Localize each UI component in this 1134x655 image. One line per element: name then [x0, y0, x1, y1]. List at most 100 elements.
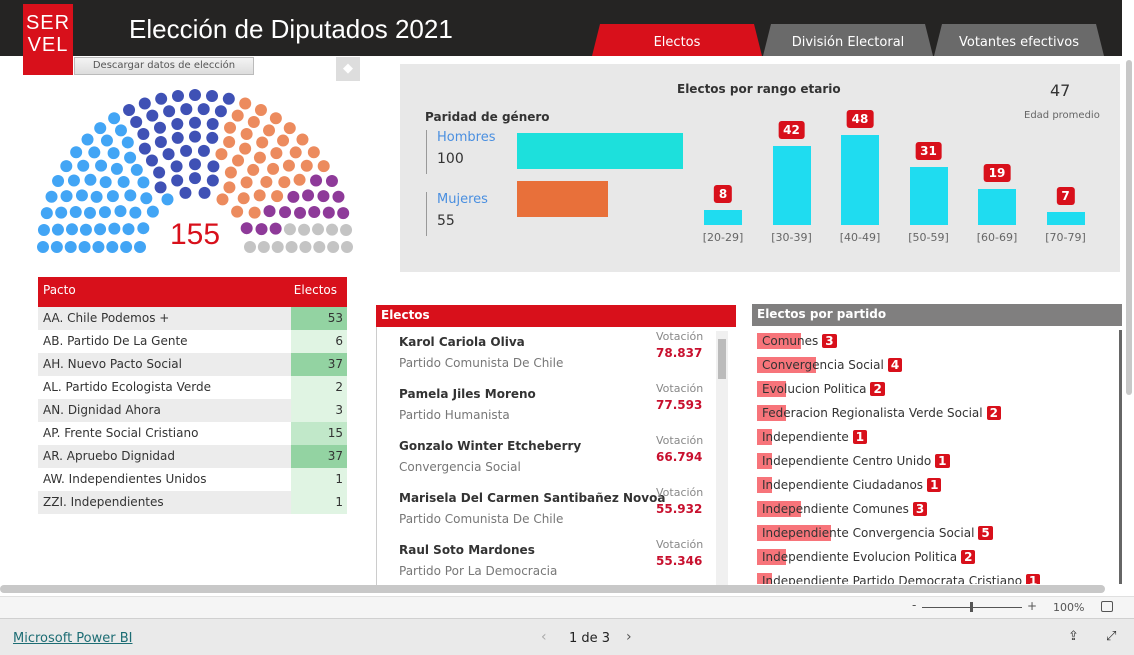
pacto-col-header[interactable]: Pacto — [43, 283, 76, 307]
seat-dot[interactable] — [300, 159, 313, 172]
seat-dot[interactable] — [130, 163, 143, 176]
seat-dot[interactable] — [325, 175, 338, 188]
zoom-in-button[interactable]: + — [1027, 599, 1037, 613]
seat-dot[interactable] — [240, 127, 253, 140]
seat-dot[interactable] — [216, 193, 229, 206]
page-horizontal-scrollbar[interactable] — [0, 585, 1105, 593]
seat-dot[interactable] — [285, 241, 298, 253]
seat-dot[interactable] — [137, 127, 150, 140]
seat-dot[interactable] — [121, 136, 134, 149]
seat-dot[interactable] — [240, 176, 253, 189]
partido-row[interactable]: Independiente Comunes 3 — [752, 497, 1122, 521]
partido-row[interactable]: Evolucion Politica 2 — [752, 377, 1122, 401]
seat-dot[interactable] — [340, 223, 353, 236]
seat-dot[interactable] — [270, 147, 283, 160]
seat-dot[interactable] — [214, 105, 227, 118]
seat-dot[interactable] — [161, 193, 174, 206]
seat-dot[interactable] — [99, 176, 112, 189]
seat-dot[interactable] — [312, 223, 325, 236]
seat-dot[interactable] — [64, 241, 77, 253]
seat-dot[interactable] — [75, 189, 88, 202]
seat-dot[interactable] — [260, 175, 273, 188]
seat-dot[interactable] — [289, 146, 302, 159]
pacto-row[interactable]: AN. Dignidad Ahora 3 — [38, 399, 347, 422]
seat-dot[interactable] — [215, 148, 228, 161]
partido-row[interactable]: Convergencia Social 4 — [752, 353, 1122, 377]
eraser-icon[interactable]: ◆ — [336, 57, 360, 81]
seat-dot[interactable] — [247, 116, 260, 129]
share-icon[interactable]: ⇪ — [1068, 629, 1079, 644]
seat-dot[interactable] — [40, 207, 53, 220]
pacto-row[interactable]: AW. Independientes Unidos 1 — [38, 468, 347, 491]
seat-dot[interactable] — [120, 241, 133, 253]
seat-dot[interactable] — [171, 174, 184, 187]
pacto-row[interactable]: AL. Partido Ecologista Verde 2 — [38, 376, 347, 399]
seat-dot[interactable] — [206, 131, 219, 144]
seat-dot[interactable] — [123, 104, 136, 117]
seat-dot[interactable] — [313, 241, 326, 253]
seat-dot[interactable] — [224, 121, 237, 134]
electo-row[interactable]: Raul Soto Mardones Partido Por La Democra… — [376, 535, 736, 587]
seat-dot[interactable] — [180, 144, 193, 157]
seat-dot[interactable] — [78, 241, 91, 253]
page-vertical-scrollbar[interactable] — [1126, 60, 1132, 395]
seat-dot[interactable] — [100, 134, 113, 147]
seat-dot[interactable] — [179, 186, 192, 199]
pacto-row[interactable]: AA. Chile Podemos + 53 — [38, 307, 347, 330]
seat-dot[interactable] — [55, 206, 68, 219]
seat-dot[interactable] — [322, 206, 335, 219]
seat-dot[interactable] — [108, 222, 121, 235]
seat-dot[interactable] — [206, 89, 219, 102]
age-bar[interactable] — [978, 189, 1016, 225]
seat-dot[interactable] — [326, 223, 339, 236]
seat-dot[interactable] — [298, 223, 311, 236]
partido-row[interactable]: Independiente Centro Unido 1 — [752, 449, 1122, 473]
seat-dot[interactable] — [155, 92, 168, 105]
seat-dot[interactable] — [248, 206, 261, 219]
seat-dot[interactable] — [137, 222, 150, 235]
seat-dot[interactable] — [163, 105, 176, 118]
seat-dot[interactable] — [239, 97, 252, 110]
seat-dot[interactable] — [92, 241, 105, 253]
tab-division-electoral[interactable]: División Electoral — [763, 24, 933, 56]
seat-dot[interactable] — [171, 131, 184, 144]
seat-dot[interactable] — [198, 186, 211, 199]
seat-dot[interactable] — [88, 146, 101, 159]
seat-dot[interactable] — [256, 136, 269, 149]
seat-dot[interactable] — [317, 190, 330, 203]
electo-row[interactable]: Karol Cariola Oliva Partido Comunista De … — [376, 327, 736, 379]
seat-dot[interactable] — [117, 175, 130, 188]
electo-row[interactable]: Marisela Del Carmen Santibañez Novoa Part… — [376, 483, 736, 535]
fullscreen-icon[interactable]: ⤢ — [1106, 629, 1116, 644]
pacto-row[interactable]: AH. Nuevo Pacto Social 37 — [38, 353, 347, 376]
seat-dot[interactable] — [332, 190, 345, 203]
seat-dot[interactable] — [153, 121, 166, 134]
age-bar[interactable] — [841, 134, 879, 225]
seat-dot[interactable] — [271, 241, 284, 253]
seat-dot[interactable] — [222, 92, 235, 105]
power-bi-link[interactable]: Microsoft Power BI — [13, 631, 132, 646]
seat-dot[interactable] — [341, 241, 353, 253]
seat-dot[interactable] — [257, 241, 270, 253]
partido-row[interactable]: Independiente Ciudadanos 1 — [752, 473, 1122, 497]
seat-dot[interactable] — [293, 173, 306, 186]
seat-dot[interactable] — [255, 223, 268, 236]
seat-dot[interactable] — [122, 223, 135, 236]
pacto-row[interactable]: ZZI. Independientes 1 — [38, 491, 347, 514]
partido-row[interactable]: Independiente Evolucion Politica 2 — [752, 545, 1122, 569]
seat-dot[interactable] — [253, 151, 266, 164]
seat-dot[interactable] — [310, 174, 323, 187]
seat-dot[interactable] — [239, 142, 252, 155]
age-bar[interactable] — [772, 146, 811, 225]
pacto-row[interactable]: AP. Frente Social Cristiano 15 — [38, 422, 347, 445]
seat-dot[interactable] — [206, 117, 219, 130]
seat-dot[interactable] — [180, 103, 193, 116]
electo-row[interactable]: Gonzalo Winter Etcheberry Convergencia So… — [376, 431, 736, 483]
seat-dot[interactable] — [124, 189, 137, 202]
tab-votantes-efectivos[interactable]: Votantes efectivos — [934, 24, 1104, 56]
seat-dot[interactable] — [154, 135, 167, 148]
seat-dot[interactable] — [299, 241, 312, 253]
seat-dot[interactable] — [263, 205, 276, 218]
seat-dot[interactable] — [84, 173, 97, 186]
seat-dot[interactable] — [206, 174, 219, 187]
